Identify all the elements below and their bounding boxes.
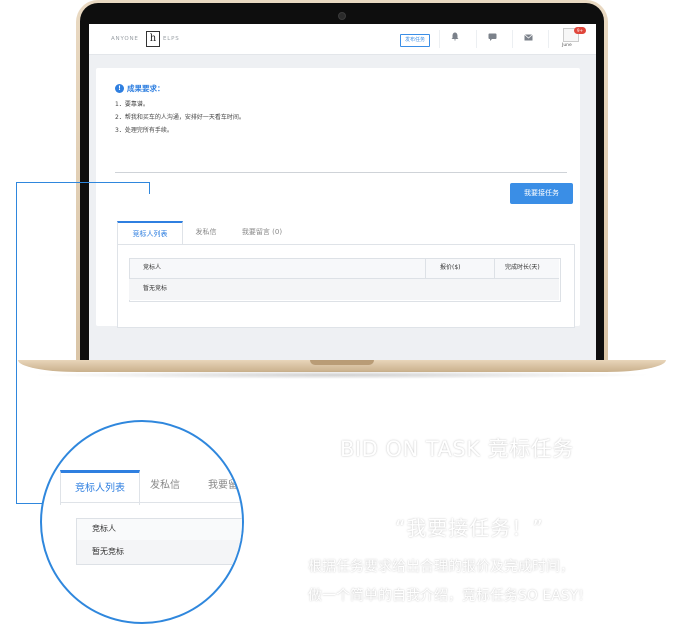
logo-text-right: ELPS (163, 36, 180, 42)
app-header: ANYONE h ELPS 发布任务 9+ June (89, 24, 596, 55)
logo-text-left: ANYONE (111, 36, 139, 42)
zoom-column-bidder: 竞标人 (92, 524, 116, 533)
logo-mark[interactable]: h (146, 31, 160, 47)
column-price: 报价($) (440, 264, 461, 271)
zoom-tab-private-message[interactable]: 发私信 (150, 470, 190, 502)
promo-title: BID ON TASK 竞标任务 (340, 437, 574, 461)
laptop-screen: ANYONE h ELPS 发布任务 9+ June ! 成果要求： 1．要靠谱… (89, 24, 596, 372)
column-divider (425, 258, 426, 278)
publish-task-button[interactable]: 发布任务 (400, 34, 430, 47)
column-bidder: 竞标人 (143, 264, 162, 271)
connector-line (16, 182, 17, 504)
zoom-magnifier: 竞标人列表 发私信 我要留言 竞标人 暂无竞标 (40, 420, 244, 624)
chat-icon[interactable] (476, 30, 507, 48)
zoom-tab-leave-comment[interactable]: 我要留言 (208, 470, 242, 502)
laptop-notch (310, 360, 374, 365)
requirement-item: 3．处理完所有手续。 (115, 127, 173, 134)
promo-quote: “我要接任务！” (395, 516, 544, 540)
task-card: ! 成果要求： 1．要靠谱。 2．帮我和买车的人沟通，安排好一天看车时间。 3．… (96, 68, 580, 328)
mail-icon[interactable] (512, 30, 543, 48)
requirements-title: 成果要求： (127, 84, 165, 93)
promo-description-line: 根据任务要求给出合理的报价及完成时间， (308, 559, 574, 575)
bid-task-button[interactable]: 我要接任务 (510, 183, 573, 204)
promo-description-line: 做一个简单的自我介绍，竞标任务SO EASY! (308, 588, 584, 604)
zoom-empty-bids-text: 暂无竞标 (92, 547, 124, 556)
table-row (129, 279, 559, 300)
tab-private-message[interactable]: 发私信 (188, 221, 224, 243)
requirement-item: 2．帮我和买车的人沟通，安排好一天看车时间。 (115, 114, 245, 121)
zoom-tab-bidder-list[interactable]: 竞标人列表 (60, 470, 140, 505)
divider (115, 172, 567, 173)
notification-badge: 9+ (574, 27, 586, 34)
connector-line (16, 182, 150, 183)
requirement-item: 1．要靠谱。 (115, 101, 149, 108)
camera-icon (338, 12, 346, 20)
column-duration: 完成时长(天) (505, 264, 540, 271)
info-icon: ! (115, 84, 124, 93)
connector-line (149, 182, 150, 194)
laptop-shadow (30, 371, 654, 379)
tab-leave-comment[interactable]: 我要留言 (0) (232, 221, 292, 243)
bell-icon[interactable] (439, 30, 470, 48)
user-name[interactable]: June (562, 43, 572, 48)
empty-bids-text: 暂无竞标 (143, 285, 168, 292)
column-divider (494, 258, 495, 278)
